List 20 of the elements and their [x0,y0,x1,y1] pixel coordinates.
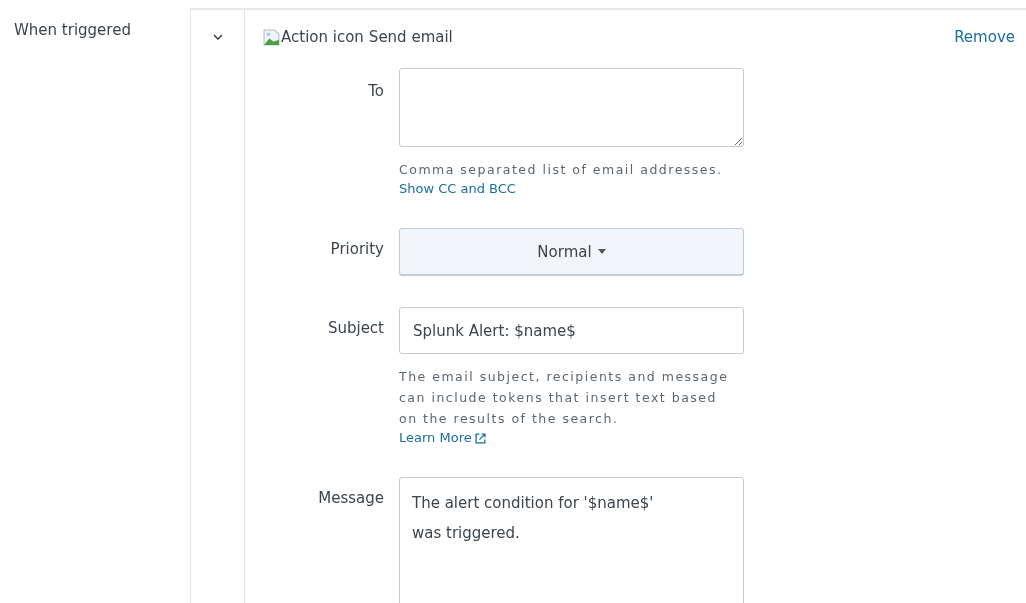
recipients-field[interactable] [399,68,744,147]
external-link-icon [474,432,486,444]
learn-more-link[interactable]: Learn More [399,429,486,447]
message-field[interactable]: The alert condition for '$name$' was triggered. [399,477,744,603]
field-label: Priority [329,239,385,260]
action-title: Send email [368,28,453,46]
remove-link[interactable]: Remove [954,28,1015,46]
section-label: When triggered [14,21,131,39]
field-label: Message [317,488,385,509]
field-label: Subject [326,318,385,339]
help-text: Comma separated list of email addresses. [399,161,723,179]
help-text: The email subject, recipients and message can include tokens that insert text based on the results of the search. [399,368,730,428]
field-label: To [367,81,385,102]
chevron-icon[interactable] [212,34,223,40]
caret-icon [597,249,606,254]
broken-image-icon [263,28,280,46]
priority-dropdown[interactable]: Normal [399,228,744,275]
show-cc-link[interactable]: Show CC and BCC [399,180,516,198]
image-alt-text: Action icon [281,28,364,46]
subject-field[interactable]: Splunk Alert: $name$ [399,307,744,354]
